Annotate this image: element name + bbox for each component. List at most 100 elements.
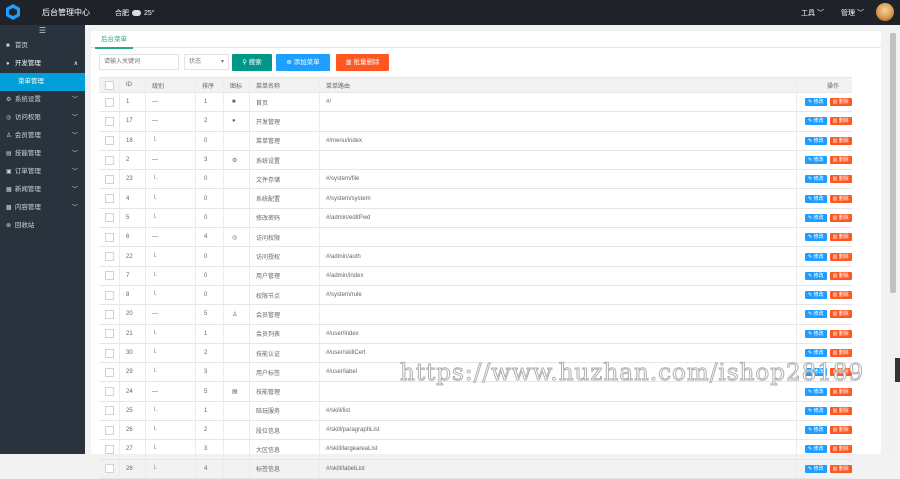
edit-button[interactable]: ✎ 修改 xyxy=(805,98,827,107)
delete-label: 删除 xyxy=(838,118,849,125)
delete-button[interactable]: ▥ 删除 xyxy=(829,213,852,222)
sidebar-item-home[interactable]: ■ 首页 xyxy=(0,37,85,55)
row-checkbox[interactable] xyxy=(105,155,114,165)
row-checkbox[interactable] xyxy=(105,271,114,281)
select-all-checkbox[interactable] xyxy=(105,80,114,90)
row-checkbox[interactable] xyxy=(105,387,114,397)
delete-button[interactable]: ▥ 删除 xyxy=(829,329,852,338)
batch-delete-button[interactable]: ▥ 批量删除 xyxy=(336,54,389,71)
scrollbar-thumb[interactable] xyxy=(890,33,896,293)
row-checkbox[interactable] xyxy=(105,464,114,474)
delete-button[interactable]: ▥ 删除 xyxy=(829,117,852,126)
header-icon: 图标 xyxy=(230,83,243,90)
sidebar: ☰ ■ 首页 ● 开发管理 ∧ 菜单管理 ⚙ 系统设置 ﹀ ◎ 访问权限 ﹀ ♙ 会员… xyxy=(0,25,85,454)
row-checkbox[interactable] xyxy=(105,367,114,377)
delete-button[interactable]: ▥ 删除 xyxy=(829,252,852,261)
sidebar-item-news[interactable]: ▦ 新闻管理 ﹀ xyxy=(0,181,85,199)
delete-label: 删除 xyxy=(838,176,849,183)
sidebar-item-system[interactable]: ⚙ 系统设置 ﹀ xyxy=(0,91,85,109)
edit-button[interactable]: ✎ 修改 xyxy=(805,213,827,222)
edit-label: 修改 xyxy=(813,214,824,221)
edit-button[interactable]: ✎ 修改 xyxy=(805,117,827,126)
delete-button[interactable]: ▥ 删除 xyxy=(829,175,852,184)
delete-button[interactable]: ▥ 删除 xyxy=(829,387,852,396)
sidebar-item-recycle[interactable]: ⊗ 回收站 xyxy=(0,217,85,235)
edit-button[interactable]: ✎ 修改 xyxy=(805,387,827,396)
delete-button[interactable]: ▥ 删除 xyxy=(829,271,852,280)
delete-button[interactable]: ▥ 删除 xyxy=(829,156,852,165)
edit-button[interactable]: ✎ 修改 xyxy=(805,136,827,145)
sidebar-item-members[interactable]: ♙ 会员管理 ﹀ xyxy=(0,127,85,145)
scrollbar[interactable] xyxy=(889,31,897,454)
row-checkbox[interactable] xyxy=(105,252,114,262)
row-checkbox[interactable] xyxy=(105,136,114,146)
app-logo-icon xyxy=(6,4,20,20)
delete-button[interactable]: ▥ 删除 xyxy=(829,445,852,454)
row-checkbox[interactable] xyxy=(105,194,114,204)
search-button[interactable]: ⚲ 搜索 xyxy=(232,54,272,71)
sidebar-item-orders[interactable]: ▣ 订单管理 ﹀ xyxy=(0,163,85,181)
row-checkbox[interactable] xyxy=(105,116,114,126)
cell-name: 首页 xyxy=(256,100,269,107)
delete-button[interactable]: ▥ 删除 xyxy=(829,136,852,145)
row-checkbox[interactable] xyxy=(105,329,114,339)
menu-icon xyxy=(232,170,247,188)
row-checkbox[interactable] xyxy=(105,425,114,435)
avatar[interactable] xyxy=(876,3,894,21)
tools-menu[interactable]: 工具 ﹀ xyxy=(801,8,824,18)
cell-name: 段位信息 xyxy=(256,428,281,435)
edit-button[interactable]: ✎ 修改 xyxy=(805,329,827,338)
delete-button[interactable]: ▥ 删除 xyxy=(829,406,852,415)
sidebar-item-dev[interactable]: ● 开发管理 ∧ xyxy=(0,55,85,73)
table-row: 2 — 3 ⚙ 系统设置 ✎ 修改 ▥ 删除 xyxy=(99,150,852,171)
row-checkbox[interactable] xyxy=(105,309,114,319)
delete-button[interactable]: ▥ 删除 xyxy=(829,310,852,319)
edit-button[interactable]: ✎ 修改 xyxy=(805,406,827,415)
menu-toggle-icon[interactable]: ☰ xyxy=(0,25,85,37)
row-checkbox[interactable] xyxy=(105,406,114,416)
edit-button[interactable]: ✎ 修改 xyxy=(805,464,827,473)
manage-menu[interactable]: 管理 ﹀ xyxy=(841,8,864,18)
edit-button[interactable]: ✎ 修改 xyxy=(805,426,827,435)
watermark: https://www.huzhan.com/ishop28189 xyxy=(399,360,865,387)
cell-route: #/system/rule xyxy=(326,292,362,299)
delete-button[interactable]: ▥ 删除 xyxy=(829,98,852,107)
add-menu-button[interactable]: ⊕ 添加菜单 xyxy=(276,54,330,71)
row-checkbox[interactable] xyxy=(105,290,114,300)
row-checkbox[interactable] xyxy=(105,174,114,184)
side-tool-tab[interactable] xyxy=(895,358,900,382)
row-checkbox[interactable] xyxy=(105,444,114,454)
row-checkbox[interactable] xyxy=(105,213,114,223)
edit-button[interactable]: ✎ 修改 xyxy=(805,271,827,280)
cell-id: 1 xyxy=(126,99,130,106)
edit-button[interactable]: ✎ 修改 xyxy=(805,445,827,454)
delete-button[interactable]: ▥ 删除 xyxy=(829,349,852,357)
row-checkbox[interactable] xyxy=(105,97,114,107)
edit-button[interactable]: ✎ 修改 xyxy=(805,310,827,319)
status-select[interactable]: 状态 ▾ xyxy=(184,54,229,70)
delete-button[interactable]: ▥ 删除 xyxy=(829,426,852,435)
edit-button[interactable]: ✎ 修改 xyxy=(805,175,827,184)
sidebar-item-access[interactable]: ◎ 访问权限 ﹀ xyxy=(0,109,85,127)
delete-button[interactable]: ▥ 删除 xyxy=(829,464,852,473)
delete-button[interactable]: ▥ 删除 xyxy=(829,291,852,300)
edit-button[interactable]: ✎ 修改 xyxy=(805,252,827,261)
edit-button[interactable]: ✎ 修改 xyxy=(805,156,827,165)
sidebar-item-skills[interactable]: ▤ 技能管理 ﹀ xyxy=(0,145,85,163)
sidebar-item-content[interactable]: ▩ 内容管理 ﹀ xyxy=(0,199,85,217)
search-input[interactable] xyxy=(99,54,179,70)
sidebar-item-label: 首页 xyxy=(14,42,28,49)
row-checkbox[interactable] xyxy=(105,348,114,358)
delete-button[interactable]: ▥ 删除 xyxy=(829,194,852,203)
edit-button[interactable]: ✎ 修改 xyxy=(805,349,827,357)
header-ops: 操作 xyxy=(827,83,840,90)
sidebar-subitem-menu-manage[interactable]: 菜单管理 xyxy=(0,73,85,91)
edit-button[interactable]: ✎ 修改 xyxy=(805,194,827,203)
row-checkbox[interactable] xyxy=(105,232,114,242)
edit-button[interactable]: ✎ 修改 xyxy=(805,291,827,300)
edit-button[interactable]: ✎ 修改 xyxy=(805,233,827,242)
tab-menu[interactable]: 后台菜单 xyxy=(95,34,133,49)
delete-button[interactable]: ▥ 删除 xyxy=(829,233,852,242)
table-row: 21 └ 1 会员列表 #/user/index ✎ 修改 ▥ 删除 xyxy=(99,324,852,344)
sidebar-item-label: 开发管理 xyxy=(14,60,41,67)
